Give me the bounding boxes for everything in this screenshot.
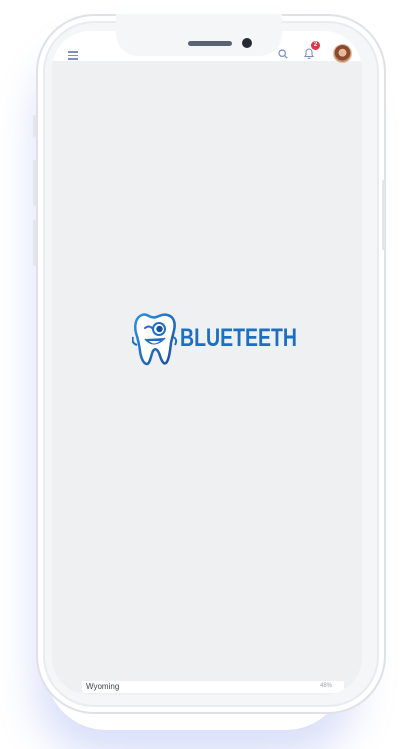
phone-screen: 2 BLUETEETH Wyoming 48% [52,31,362,695]
search-icon[interactable] [278,49,288,59]
list-row-partial: Wyoming 48% [82,681,344,693]
brand-logo: BLUETEETH [132,309,330,367]
brand-name: BLUETEETH [180,323,297,352]
avatar[interactable] [333,44,352,63]
tooth-mascot-icon [132,313,178,366]
row-state-label: Wyoming [86,682,120,691]
side-button-left-bottom [33,220,36,266]
stage: 2 BLUETEETH Wyoming 48% [0,0,400,749]
side-button-left-top [33,115,36,137]
notification-badge: 2 [311,41,320,50]
side-button-left-mid [33,160,36,206]
front-camera [242,38,252,48]
speaker-grille [188,41,232,46]
phone-notch [116,14,282,56]
row-percent-label: 48% [319,683,332,689]
side-button-right [382,180,385,250]
menu-icon[interactable] [68,51,78,60]
